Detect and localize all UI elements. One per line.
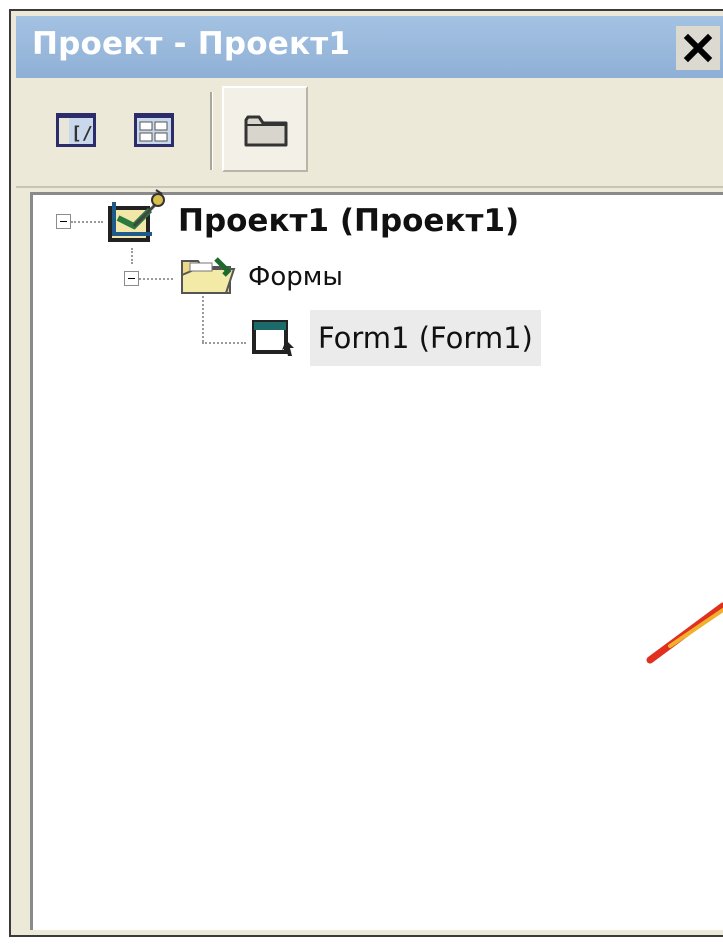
toggle-folders-icon-wrap xyxy=(238,100,294,160)
project-explorer-window: Проект - Проект1 [/ Проект1 (Проект1) Фо… xyxy=(0,0,723,946)
folder-open-icon xyxy=(181,257,236,294)
tree-connector xyxy=(202,296,204,342)
tree-connector xyxy=(202,342,246,344)
tree-connector xyxy=(131,248,133,264)
close-icon xyxy=(683,33,713,63)
folder-open-icon-wrap xyxy=(176,253,238,303)
view-object-icon xyxy=(134,113,174,147)
tree-connector xyxy=(71,221,103,223)
form-icon xyxy=(252,320,294,356)
annotation-arrow xyxy=(640,590,723,674)
view-code-button[interactable]: [/ xyxy=(46,100,106,160)
folder-icon xyxy=(244,115,288,147)
toolbar xyxy=(16,78,723,188)
svg-text:[/: [/ xyxy=(71,123,93,144)
form-icon-wrap xyxy=(250,318,300,366)
view-code-icon: [/ xyxy=(56,113,96,147)
window-title: Проект - Проект1 xyxy=(32,26,351,62)
folder-expander[interactable] xyxy=(124,271,139,286)
project-tree[interactable] xyxy=(30,192,723,930)
arrow-icon xyxy=(646,602,723,664)
project-icon-wrap xyxy=(104,188,168,248)
tree-connector xyxy=(139,278,173,280)
root-expander[interactable] xyxy=(56,214,71,229)
tree-folder-label[interactable]: Формы xyxy=(248,262,343,292)
project-icon xyxy=(108,189,165,242)
tree-form-label[interactable]: Form1 (Form1) xyxy=(310,310,541,366)
tree-root-label[interactable]: Проект1 (Проект1) xyxy=(178,203,519,239)
toolbar-separator xyxy=(210,92,213,170)
close-button[interactable] xyxy=(676,26,720,70)
view-object-button[interactable] xyxy=(124,100,184,160)
